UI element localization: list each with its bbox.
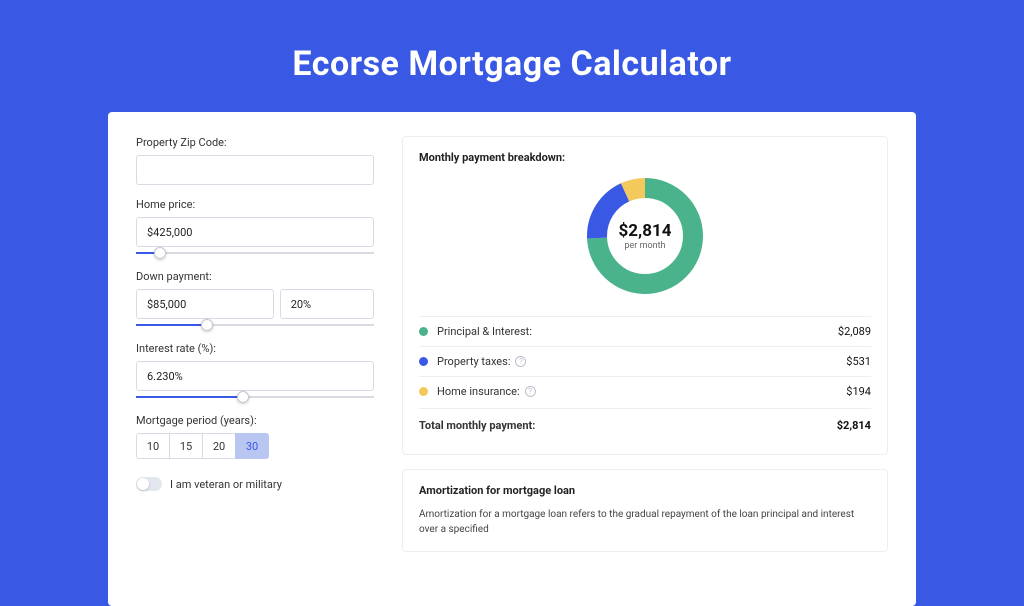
- breakdown-title: Monthly payment breakdown:: [419, 151, 871, 164]
- down-slider[interactable]: [136, 321, 374, 329]
- rate-label: Interest rate (%):: [136, 342, 374, 355]
- breakdown-panel: Monthly payment breakdown: $2,814 per mo…: [402, 136, 888, 455]
- rate-field: Interest rate (%):: [136, 342, 374, 401]
- period-15[interactable]: 15: [169, 433, 203, 459]
- info-icon[interactable]: ?: [525, 386, 536, 397]
- value-taxes: $531: [846, 355, 871, 368]
- dot-taxes: [419, 357, 428, 366]
- price-field: Home price:: [136, 198, 374, 257]
- amort-title: Amortization for mortgage loan: [419, 484, 871, 497]
- row-total: Total monthly payment: $2,814: [419, 408, 871, 440]
- period-10[interactable]: 10: [136, 433, 170, 459]
- down-amount-input[interactable]: [136, 289, 274, 319]
- down-field: Down payment:: [136, 270, 374, 329]
- zip-field: Property Zip Code:: [136, 136, 374, 185]
- price-label: Home price:: [136, 198, 374, 211]
- veteran-toggle[interactable]: [136, 477, 162, 491]
- rate-slider[interactable]: [136, 393, 374, 401]
- veteran-label: I am veteran or military: [170, 478, 282, 491]
- dot-principal: [419, 327, 428, 336]
- value-insurance: $194: [846, 385, 871, 398]
- row-taxes: Property taxes: ? $531: [419, 346, 871, 376]
- label-taxes: Property taxes:: [437, 355, 510, 368]
- row-principal: Principal & Interest: $2,089: [419, 316, 871, 346]
- dot-insurance: [419, 387, 428, 396]
- amortization-panel: Amortization for mortgage loan Amortizat…: [402, 469, 888, 552]
- veteran-row: I am veteran or military: [136, 477, 374, 491]
- donut-sub: per month: [624, 241, 665, 251]
- donut-chart: $2,814 per month: [419, 174, 871, 298]
- period-button-group: 10 15 20 30: [136, 433, 374, 459]
- period-20[interactable]: 20: [202, 433, 236, 459]
- label-principal: Principal & Interest:: [437, 325, 532, 338]
- zip-label: Property Zip Code:: [136, 136, 374, 149]
- value-total: $2,814: [837, 419, 871, 432]
- down-pct-input[interactable]: [280, 289, 374, 319]
- period-30[interactable]: 30: [235, 433, 269, 459]
- down-label: Down payment:: [136, 270, 374, 283]
- calculator-card: Property Zip Code: Home price: Down paym…: [108, 112, 916, 606]
- period-label: Mortgage period (years):: [136, 414, 374, 427]
- row-insurance: Home insurance: ? $194: [419, 376, 871, 406]
- price-input[interactable]: [136, 217, 374, 247]
- label-total: Total monthly payment:: [419, 419, 535, 432]
- value-principal: $2,089: [838, 325, 871, 338]
- price-slider[interactable]: [136, 249, 374, 257]
- zip-input[interactable]: [136, 155, 374, 185]
- info-icon[interactable]: ?: [515, 356, 526, 367]
- period-field: Mortgage period (years): 10 15 20 30: [136, 414, 374, 459]
- results-column: Monthly payment breakdown: $2,814 per mo…: [402, 136, 888, 566]
- rate-input[interactable]: [136, 361, 374, 391]
- inputs-column: Property Zip Code: Home price: Down paym…: [136, 136, 374, 566]
- page-title: Ecorse Mortgage Calculator: [108, 44, 916, 84]
- donut-total: $2,814: [619, 221, 672, 241]
- label-insurance: Home insurance:: [437, 385, 520, 398]
